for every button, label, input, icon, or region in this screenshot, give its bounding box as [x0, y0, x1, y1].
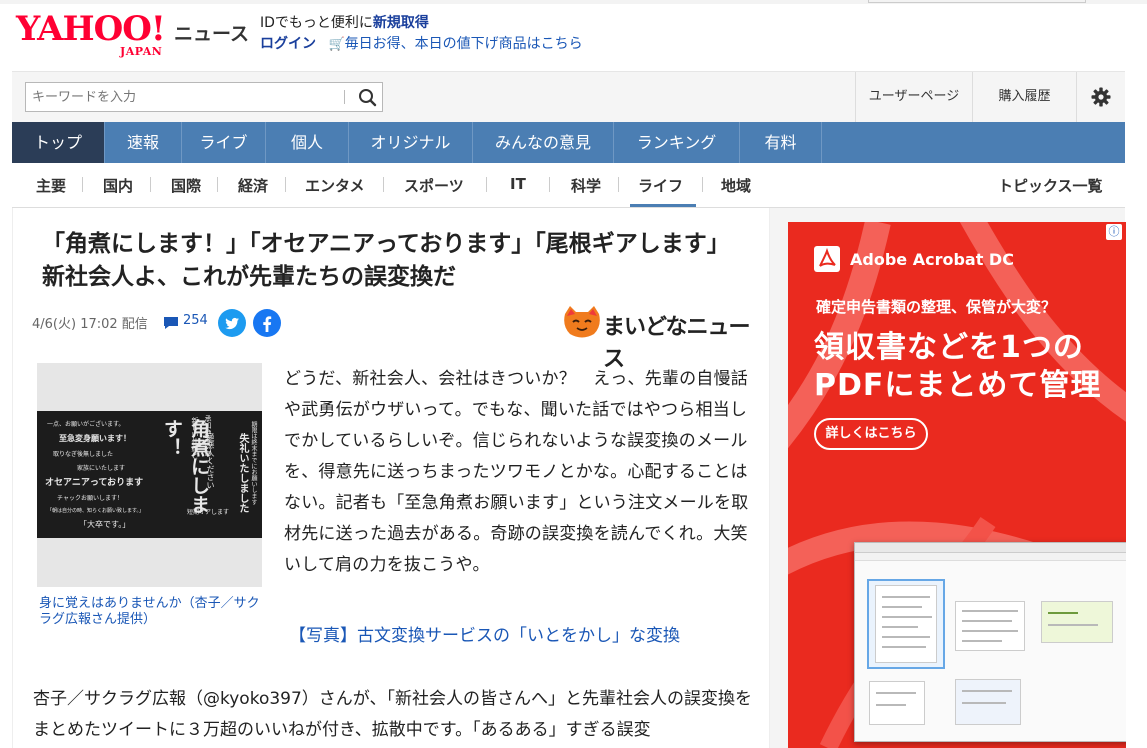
window-toolbar	[855, 553, 1126, 561]
tab-top[interactable]: トップ	[12, 122, 105, 163]
category-separator	[217, 177, 218, 192]
login-link[interactable]: ログイン	[260, 36, 316, 52]
category-main[interactable]: 主要	[36, 175, 66, 196]
article-body: どうだ、新社会人、会社はきついか？ えっ、先輩の自慢話や武勇伝がウザいって。でも…	[284, 369, 749, 575]
document-thumbnail	[1041, 601, 1113, 643]
search-divider	[344, 90, 345, 104]
article: 「角煮にします！」「オセアニアっております」「尾根ギアします」 新社会人よ、これ…	[12, 208, 770, 748]
facebook-icon[interactable]	[253, 309, 281, 337]
category-separator	[383, 177, 384, 192]
ad-headline-2: PDFにまとめて管理	[814, 368, 1102, 403]
logo-news: ニュース	[174, 23, 250, 45]
settings-button[interactable]	[1076, 72, 1125, 122]
category-region[interactable]: 地域	[721, 175, 751, 196]
logo-yahoo: YAHOO!	[16, 9, 166, 49]
ad-info-icon[interactable]: ⓘ	[1106, 224, 1122, 240]
category-separator	[486, 177, 487, 192]
document-thumbnail	[955, 601, 1025, 651]
category-separator	[549, 177, 550, 192]
cart-icon: 🛒	[328, 37, 345, 52]
header-promo: IDでもっと便利に新規取得 ログイン 🛒毎日お得、本日の値下げ商品はこちら	[260, 13, 583, 55]
tab-paid[interactable]: 有料	[740, 122, 822, 163]
document-thumbnail	[955, 679, 1021, 725]
category-economy[interactable]: 経済	[238, 175, 268, 196]
search-bar: ユーザーページ 購入履歴	[12, 71, 1125, 122]
tab-ranking[interactable]: ランキング	[614, 122, 740, 163]
photo-gallery-link[interactable]: 【写真】古文変換サービスの「いとをかし」な変換	[289, 621, 680, 646]
cat-mascot-icon	[564, 306, 600, 338]
category-international[interactable]: 国際	[171, 175, 201, 196]
search-box	[25, 82, 383, 112]
category-domestic[interactable]: 国内	[103, 175, 133, 196]
deal-link[interactable]: 毎日お得、本日の値下げ商品はこちら	[345, 36, 583, 52]
photo-caption[interactable]: 身に覚えはありませんか（杏子／サクラグ広報さん提供）	[39, 596, 267, 628]
tab-original[interactable]: オリジナル	[349, 122, 473, 163]
ad-app-window	[854, 542, 1126, 742]
ad-cta-button[interactable]: 詳しくはこちら	[814, 418, 928, 450]
acrobat-logo-icon	[814, 246, 840, 272]
category-separator	[702, 177, 703, 192]
category-separator	[82, 177, 83, 192]
tab-individual[interactable]: 個人	[266, 122, 349, 163]
search-input[interactable]	[26, 83, 336, 111]
tab-live[interactable]: ライブ	[182, 122, 266, 163]
category-entertainment[interactable]: エンタメ	[305, 175, 365, 196]
tab-breaking[interactable]: 速報	[105, 122, 182, 163]
category-life[interactable]: ライフ	[638, 175, 683, 196]
publisher-logo[interactable]: まいどなニュース	[561, 304, 753, 372]
document-thumbnail	[869, 681, 925, 725]
article-title: 「角煮にします！」「オセアニアっております」「尾根ギアします」 新社会人よ、これ…	[42, 231, 742, 290]
document-thumbnail	[875, 585, 937, 663]
yahoo-news-logo[interactable]: YAHOO! JAPAN ニュース	[16, 9, 256, 58]
category-science[interactable]: 科学	[571, 175, 601, 196]
signup-link[interactable]: 新規取得	[373, 15, 429, 31]
category-separator	[618, 177, 619, 192]
comment-count[interactable]: 254	[183, 313, 208, 328]
adobe-acrobat-ad[interactable]: ⓘ Adobe Acrobat DC 確定申告書類の整理、保管が大変？ 領収書な…	[788, 222, 1126, 748]
article-body-continued: 杏子／サクラグ広報（@kyoko397）さんが、「新社会人の皆さんへ」と先輩社会…	[33, 689, 752, 740]
category-separator	[285, 177, 286, 192]
tab-opinions[interactable]: みんなの意見	[473, 122, 614, 163]
user-page-button[interactable]: ユーザーページ	[855, 72, 972, 122]
promo-text: IDでもっと便利に	[260, 15, 373, 31]
category-sports[interactable]: スポーツ	[404, 175, 464, 196]
logo-japan: JAPAN	[120, 45, 163, 58]
publish-date: 4/6(火) 17:02 配信	[32, 317, 148, 332]
top-right-box	[868, 0, 1086, 3]
window-titlebar	[855, 543, 1126, 553]
article-photo[interactable]: 一点、お願いがございます。 至急変身願います！ 取りなぎ後無しました 家族にいた…	[37, 363, 262, 587]
ad-subhead: 確定申告書類の整理、保管が大変？	[816, 298, 1057, 316]
purchase-history-button[interactable]: 購入履歴	[972, 72, 1076, 122]
category-nav: 主要 国内 国際 経済 エンタメ スポーツ IT 科学 ライフ 地域 トピックス…	[12, 163, 1125, 208]
active-category-indicator	[630, 204, 696, 207]
search-icon	[359, 89, 377, 107]
twitter-icon[interactable]	[218, 309, 246, 337]
comment-icon[interactable]	[163, 316, 179, 330]
topics-list-link[interactable]: トピックス一覧	[998, 175, 1103, 196]
gear-icon	[1091, 87, 1111, 107]
photo-image: 一点、お願いがございます。 至急変身願います！ 取りなぎ後無しました 家族にいた…	[37, 411, 262, 538]
main-nav: トップ 速報 ライブ 個人 オリジナル みんなの意見 ランキング 有料	[12, 122, 1125, 163]
category-separator	[150, 177, 151, 192]
search-button[interactable]	[352, 83, 382, 111]
category-it[interactable]: IT	[510, 175, 526, 193]
ad-brand: Adobe Acrobat DC	[850, 250, 1014, 269]
